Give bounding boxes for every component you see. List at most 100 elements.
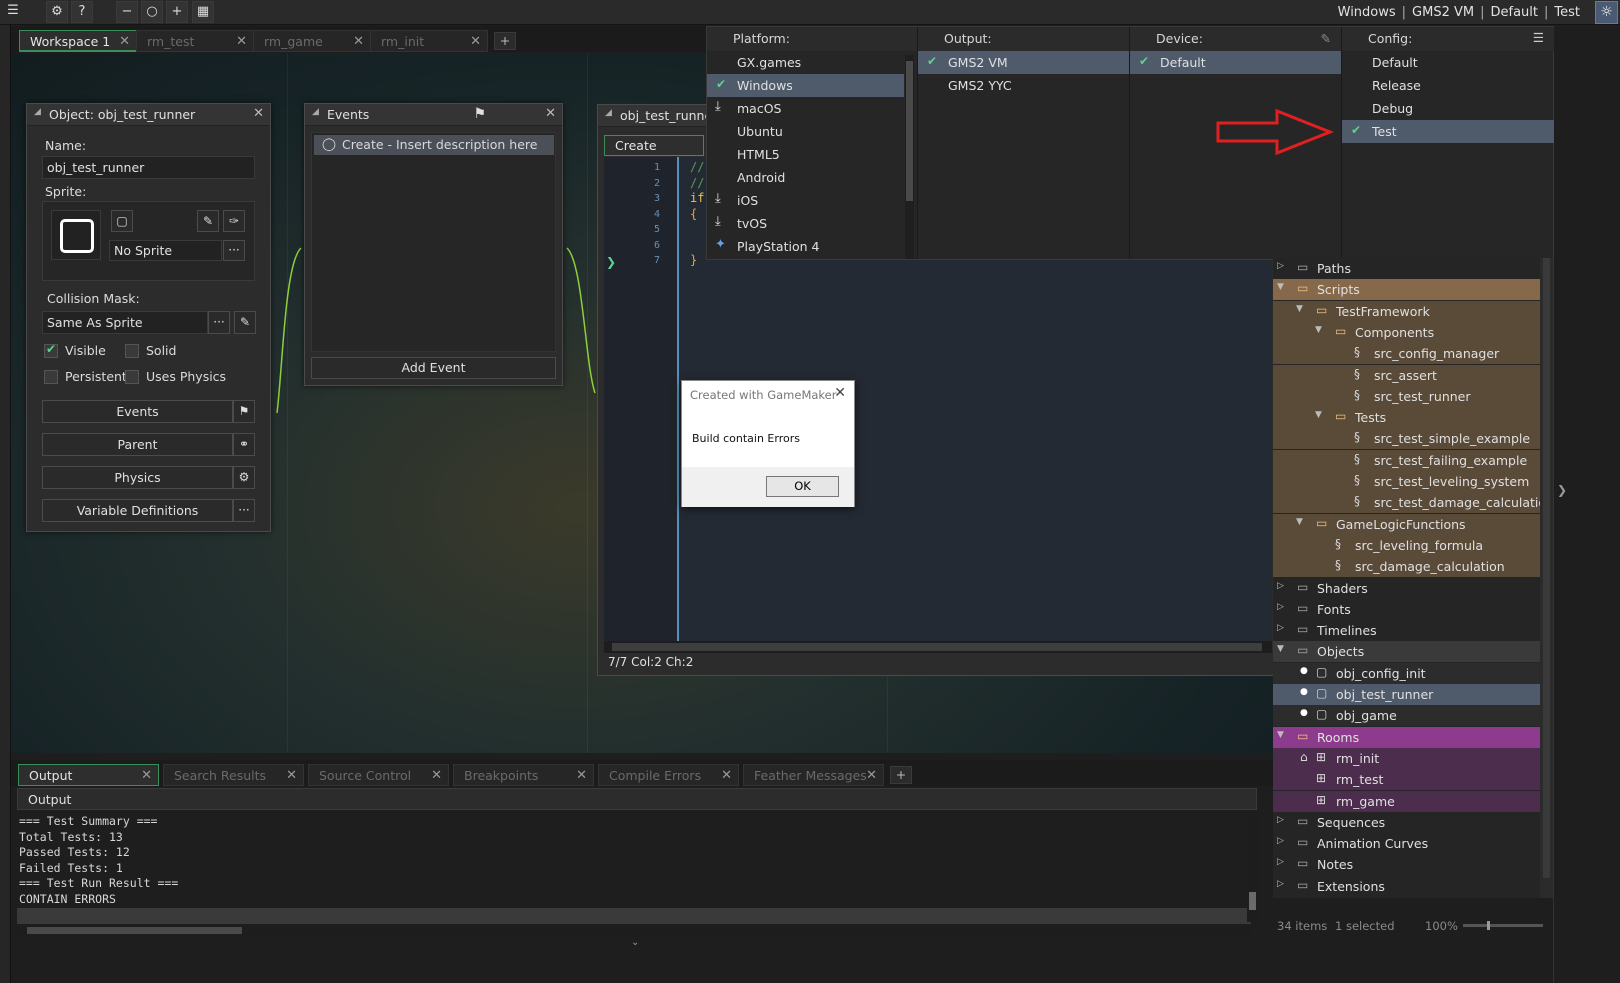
config-menu-icon[interactable]: ☰ <box>1533 30 1544 45</box>
output-vscrollbar[interactable] <box>1247 812 1258 922</box>
physics-gear-icon[interactable]: ⚙ <box>233 466 255 489</box>
asset-tree-row[interactable]: § src_test_leveling_system <box>1273 471 1540 492</box>
zoom-out-icon[interactable]: − <box>116 1 138 23</box>
asset-tree-row[interactable]: ● ▢ obj_test_runner <box>1273 684 1540 705</box>
output-option[interactable]: ✔ GMS2 VM <box>918 51 1129 74</box>
asset-browser-scrollbar[interactable] <box>1540 258 1553 898</box>
close-icon[interactable]: ✕ <box>236 34 247 49</box>
code-line[interactable]: // <box>690 176 704 190</box>
platform-option[interactable]: ✦ PlayStation 4 <box>707 235 904 258</box>
asset-tree-row[interactable]: § src_assert <box>1273 364 1540 386</box>
output-hscrollbar[interactable] <box>17 926 1251 935</box>
code-editor-header[interactable]: ◢ obj_test_runner: <box>598 105 721 127</box>
output-input-bar[interactable] <box>17 908 1251 924</box>
asset-tree-row[interactable]: § src_test_runner <box>1273 385 1540 407</box>
edit-device-icon[interactable]: ✎ <box>1321 31 1331 46</box>
close-icon[interactable]: ✕ <box>470 34 481 49</box>
asset-tree-row[interactable]: § src_damage_calculation <box>1273 556 1540 578</box>
platform-scrollbar[interactable] <box>905 55 914 259</box>
zoom-in-icon[interactable]: + <box>166 1 188 23</box>
persistent-checkbox[interactable] <box>44 370 58 384</box>
config-option[interactable]: Debug <box>1342 97 1554 120</box>
ok-button[interactable]: OK <box>766 476 839 497</box>
expand-right-icon[interactable]: ▷ <box>1277 623 1284 633</box>
platform-option[interactable]: HTML5 <box>707 143 904 166</box>
close-icon[interactable]: ✕ <box>119 34 130 49</box>
hierarchy-icon[interactable]: ⚭ <box>233 433 255 456</box>
platform-option[interactable]: ⤓ iOS <box>707 189 904 212</box>
visible-checkbox[interactable] <box>44 342 58 358</box>
expand-down-icon[interactable]: ▼ <box>1296 517 1303 527</box>
config-option[interactable]: Default <box>1342 51 1554 74</box>
expand-right-icon[interactable]: ▷ <box>1277 879 1284 889</box>
expand-down-icon[interactable]: ▼ <box>1315 410 1322 420</box>
uses-physics-checkbox[interactable] <box>125 370 139 384</box>
close-icon[interactable]: ✕ <box>353 34 364 49</box>
code-line[interactable]: { <box>690 207 697 221</box>
sprite-select[interactable]: No Sprite <box>109 240 222 261</box>
collapse-chevron-icon[interactable]: ⌄ <box>631 937 639 948</box>
collision-mask-select[interactable]: Same As Sprite <box>42 311 208 334</box>
asset-tree-row[interactable]: ▼ ▭ Components <box>1273 321 1540 343</box>
asset-tree-row[interactable]: ▷ ▭ Shaders <box>1273 578 1540 599</box>
expand-right-icon[interactable]: ▷ <box>1277 836 1284 846</box>
flag-icon[interactable]: ⚑ <box>473 106 486 122</box>
physics-button[interactable]: Physics <box>42 466 233 489</box>
asset-tree-row[interactable]: ▼ ▭ Rooms <box>1273 726 1540 748</box>
asset-tree-row[interactable]: ⊞ rm_test <box>1273 769 1540 791</box>
close-icon[interactable]: ✕ <box>253 106 264 121</box>
platform-option[interactable]: Ubuntu <box>707 120 904 143</box>
asset-tree-row[interactable]: ● ▢ obj_config_init <box>1273 662 1540 684</box>
code-line[interactable]: } <box>690 253 697 267</box>
expand-right-icon[interactable]: ▷ <box>1277 857 1284 867</box>
variables-ellipsis-button[interactable]: ··· <box>233 499 255 522</box>
asset-tree-row[interactable]: ▷ ▭ Fonts <box>1273 599 1540 620</box>
code-line[interactable]: if <box>690 191 704 205</box>
output-tab[interactable]: Compile Errors ✕ <box>598 764 739 786</box>
asset-tree-row[interactable]: ⊞ rm_game <box>1273 790 1540 812</box>
event-create[interactable]: ◯ Create - Insert description here <box>314 135 554 155</box>
name-field[interactable]: obj_test_runner <box>42 156 255 179</box>
asset-tree-row[interactable]: ▷ ▭ Sequences <box>1273 812 1540 833</box>
asset-tree-row[interactable]: ▷ ▭ Animation Curves <box>1273 833 1540 854</box>
workspace-tab[interactable]: rm_init ✕ <box>370 30 488 52</box>
variable-definitions-button[interactable]: Variable Definitions <box>42 499 233 522</box>
expand-right-icon[interactable]: ▷ <box>1277 815 1284 825</box>
asset-tree-row[interactable]: ▷ ▭ Paths <box>1273 258 1540 279</box>
platform-option[interactable]: ⤓ tvOS <box>707 212 904 235</box>
close-icon[interactable]: ✕ <box>286 768 297 783</box>
output-tab[interactable]: Output ✕ <box>18 764 159 786</box>
output-tab[interactable]: Search Results ✕ <box>163 764 304 786</box>
asset-tree-row[interactable]: § src_config_manager <box>1273 343 1540 365</box>
editor-hscrollbar[interactable] <box>604 641 1272 653</box>
close-icon[interactable]: ✕ <box>141 768 152 783</box>
close-icon[interactable]: ✕ <box>545 106 556 121</box>
collision-ellipsis-button[interactable]: ··· <box>208 311 230 334</box>
workspace-tab[interactable]: rm_game ✕ <box>253 30 371 52</box>
add-tab-icon[interactable]: + <box>890 766 912 784</box>
add-tab-icon[interactable]: + <box>494 32 516 50</box>
asset-tree-row[interactable]: ▷ ▭ Notes <box>1273 854 1540 875</box>
expand-down-icon[interactable]: ▼ <box>1315 325 1322 335</box>
output-tab[interactable]: Source Control ✕ <box>308 764 449 786</box>
parent-button[interactable]: Parent <box>42 433 233 456</box>
edit-sprite-icon[interactable]: ✎ <box>197 210 219 232</box>
object-panel-header[interactable]: ◢ Object: obj_test_runner ✕ <box>27 104 270 126</box>
platform-option[interactable]: ⤓ macOS <box>707 97 904 120</box>
asset-tree-row[interactable]: § src_test_simple_example <box>1273 428 1540 450</box>
platform-option[interactable]: GX.games <box>707 51 904 74</box>
asset-tree-row[interactable]: § src_test_damage_calculation <box>1273 492 1554 514</box>
platform-option[interactable]: Android <box>707 166 904 189</box>
edit-mask-icon[interactable]: ✎ <box>234 311 256 334</box>
workspace-tab[interactable]: rm_test ✕ <box>136 30 254 52</box>
expand-right-icon[interactable]: ▷ <box>1277 602 1284 612</box>
asset-tree-row[interactable]: ● ▢ obj_game <box>1273 705 1540 727</box>
tab-create[interactable]: Create <box>604 135 704 156</box>
asset-tree-row[interactable]: ▼ ▭ Tests <box>1273 407 1540 429</box>
expand-chevron-icon[interactable]: ❯ <box>1557 483 1567 497</box>
asset-tree-row[interactable]: § src_test_failing_example <box>1273 449 1540 471</box>
add-event-button[interactable]: Add Event <box>311 357 556 379</box>
expand-down-icon[interactable]: ▼ <box>1277 644 1284 654</box>
code-line[interactable]: // <box>690 160 704 174</box>
brush-icon[interactable]: ✑ <box>223 210 245 232</box>
